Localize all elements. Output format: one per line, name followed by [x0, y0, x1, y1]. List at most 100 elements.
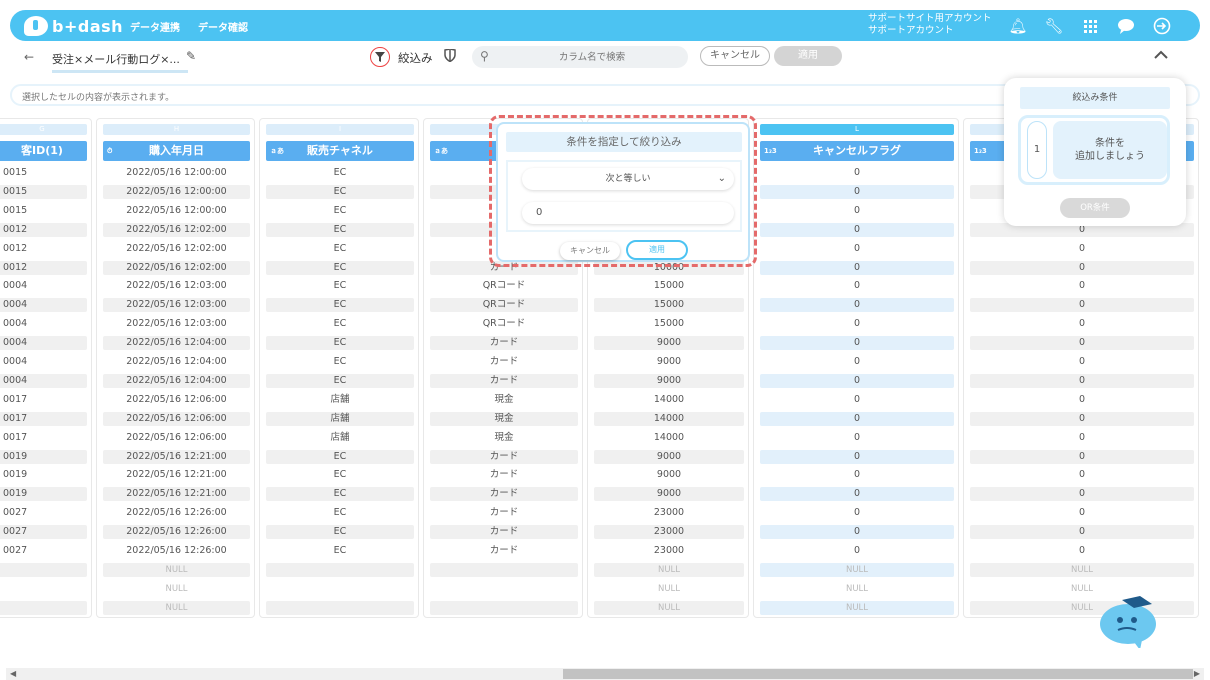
column-letter[interactable]: H: [103, 124, 250, 135]
table-cell[interactable]: 0027: [0, 506, 87, 520]
table-cell[interactable]: 0019: [0, 487, 87, 502]
account-info[interactable]: サポートサイト用アカウント サポートアカウント: [868, 13, 992, 37]
table-cell[interactable]: NULL: [760, 562, 954, 577]
table-cell[interactable]: QRコード: [430, 317, 578, 331]
column-letter[interactable]: I: [266, 124, 414, 135]
table-cell[interactable]: 0: [970, 449, 1194, 464]
table-cell[interactable]: [430, 600, 578, 615]
table-cell[interactable]: NULL: [970, 600, 1194, 615]
table-cell[interactable]: NULL: [970, 582, 1194, 596]
table-cell[interactable]: EC: [266, 373, 414, 388]
table-cell[interactable]: EC: [266, 204, 414, 218]
table-cell[interactable]: 0: [970, 317, 1194, 331]
scrollbar-thumb[interactable]: [563, 669, 1193, 679]
table-cell[interactable]: 現金: [430, 393, 578, 407]
apply-button[interactable]: 適用: [774, 46, 842, 66]
table-cell[interactable]: 0: [970, 260, 1194, 275]
table-cell[interactable]: 0: [970, 468, 1194, 482]
table-cell[interactable]: 9000: [594, 373, 744, 388]
table-cell[interactable]: 0004: [0, 317, 87, 331]
table-cell[interactable]: 9000: [594, 468, 744, 482]
dataset-name[interactable]: 受注×メール行動ログ×...: [52, 51, 188, 73]
table-cell[interactable]: EC: [266, 336, 414, 351]
table-cell[interactable]: 0027: [0, 525, 87, 540]
popup-apply-button[interactable]: 適用: [626, 240, 688, 260]
table-cell[interactable]: 0: [760, 506, 954, 520]
column-letter[interactable]: L: [760, 124, 954, 135]
table-cell[interactable]: 0: [970, 336, 1194, 351]
table-cell[interactable]: EC: [266, 525, 414, 540]
table-cell[interactable]: 0: [760, 393, 954, 407]
table-cell[interactable]: 0: [760, 279, 954, 293]
table-cell[interactable]: 店舗: [266, 393, 414, 407]
table-cell[interactable]: [0, 600, 87, 615]
table-cell[interactable]: EC: [266, 487, 414, 502]
filter-icon[interactable]: [370, 47, 390, 67]
table-cell[interactable]: 0004: [0, 279, 87, 293]
table-cell[interactable]: EC: [266, 506, 414, 520]
add-condition-button[interactable]: 条件を 追加しましょう: [1053, 121, 1167, 179]
table-cell[interactable]: 14000: [594, 431, 744, 445]
column-letter[interactable]: G: [0, 124, 87, 135]
table-cell[interactable]: 2022/05/16 12:26:00: [103, 525, 250, 540]
table-cell[interactable]: 0: [760, 242, 954, 256]
filter-value-input[interactable]: 0: [522, 202, 734, 224]
table-cell[interactable]: 0015: [0, 184, 87, 199]
popup-cancel-button[interactable]: キャンセル: [560, 242, 620, 260]
table-cell[interactable]: 23000: [594, 544, 744, 558]
table-cell[interactable]: 0012: [0, 222, 87, 237]
table-cell[interactable]: カード: [430, 373, 578, 388]
table-cell[interactable]: 0: [760, 431, 954, 445]
scroll-right-icon[interactable]: ▶: [1194, 668, 1200, 680]
column-header[interactable]: 客ID(1): [0, 141, 87, 161]
table-cell[interactable]: 0: [760, 317, 954, 331]
table-cell[interactable]: 2022/05/16 12:26:00: [103, 506, 250, 520]
table-cell[interactable]: 0: [760, 487, 954, 502]
table-cell[interactable]: 0: [760, 449, 954, 464]
table-cell[interactable]: 0: [760, 373, 954, 388]
table-cell[interactable]: EC: [266, 468, 414, 482]
table-cell[interactable]: 0015: [0, 204, 87, 218]
table-cell[interactable]: カード: [430, 355, 578, 369]
table-cell[interactable]: カード: [430, 506, 578, 520]
table-cell[interactable]: 0: [760, 544, 954, 558]
horizontal-scrollbar[interactable]: ◀ ▶: [6, 668, 1204, 680]
table-cell[interactable]: 0: [970, 242, 1194, 256]
table-cell[interactable]: 9000: [594, 355, 744, 369]
table-cell[interactable]: 0: [760, 260, 954, 275]
table-cell[interactable]: NULL: [970, 562, 1194, 577]
pencil-icon[interactable]: ✎: [186, 49, 196, 63]
table-cell[interactable]: 9000: [594, 336, 744, 351]
table-cell[interactable]: 0004: [0, 298, 87, 313]
table-cell[interactable]: NULL: [760, 582, 954, 596]
table-cell[interactable]: 2022/05/16 12:04:00: [103, 373, 250, 388]
table-cell[interactable]: 0012: [0, 242, 87, 256]
table-cell[interactable]: 2022/05/16 12:04:00: [103, 355, 250, 369]
table-cell[interactable]: 0: [760, 166, 954, 180]
table-cell[interactable]: EC: [266, 449, 414, 464]
or-condition-button[interactable]: OR条件: [1060, 198, 1130, 218]
table-cell[interactable]: 2022/05/16 12:06:00: [103, 393, 250, 407]
column-header[interactable]: ａあ 販売チャネル: [266, 141, 414, 161]
collapse-icon[interactable]: [1154, 48, 1168, 63]
table-cell[interactable]: 2022/05/16 12:02:00: [103, 242, 250, 256]
table-cell[interactable]: 0: [760, 411, 954, 426]
table-cell[interactable]: EC: [266, 184, 414, 199]
table-cell[interactable]: EC: [266, 222, 414, 237]
table-cell[interactable]: 14000: [594, 393, 744, 407]
scroll-left-icon[interactable]: ◀: [10, 668, 16, 680]
mascot-icon[interactable]: [1096, 592, 1160, 650]
table-cell[interactable]: 2022/05/16 12:26:00: [103, 544, 250, 558]
table-cell[interactable]: 2022/05/16 12:03:00: [103, 298, 250, 313]
table-cell[interactable]: カード: [430, 468, 578, 482]
table-cell[interactable]: 現金: [430, 411, 578, 426]
table-cell[interactable]: 0004: [0, 355, 87, 369]
table-cell[interactable]: EC: [266, 260, 414, 275]
table-cell[interactable]: 0019: [0, 468, 87, 482]
table-cell[interactable]: NULL: [594, 600, 744, 615]
table-cell[interactable]: カード: [430, 487, 578, 502]
operator-select[interactable]: 次と等しい ⌄: [522, 168, 734, 190]
back-arrow-icon[interactable]: ←: [24, 50, 34, 64]
table-cell[interactable]: 15000: [594, 298, 744, 313]
table-cell[interactable]: 0: [760, 204, 954, 218]
